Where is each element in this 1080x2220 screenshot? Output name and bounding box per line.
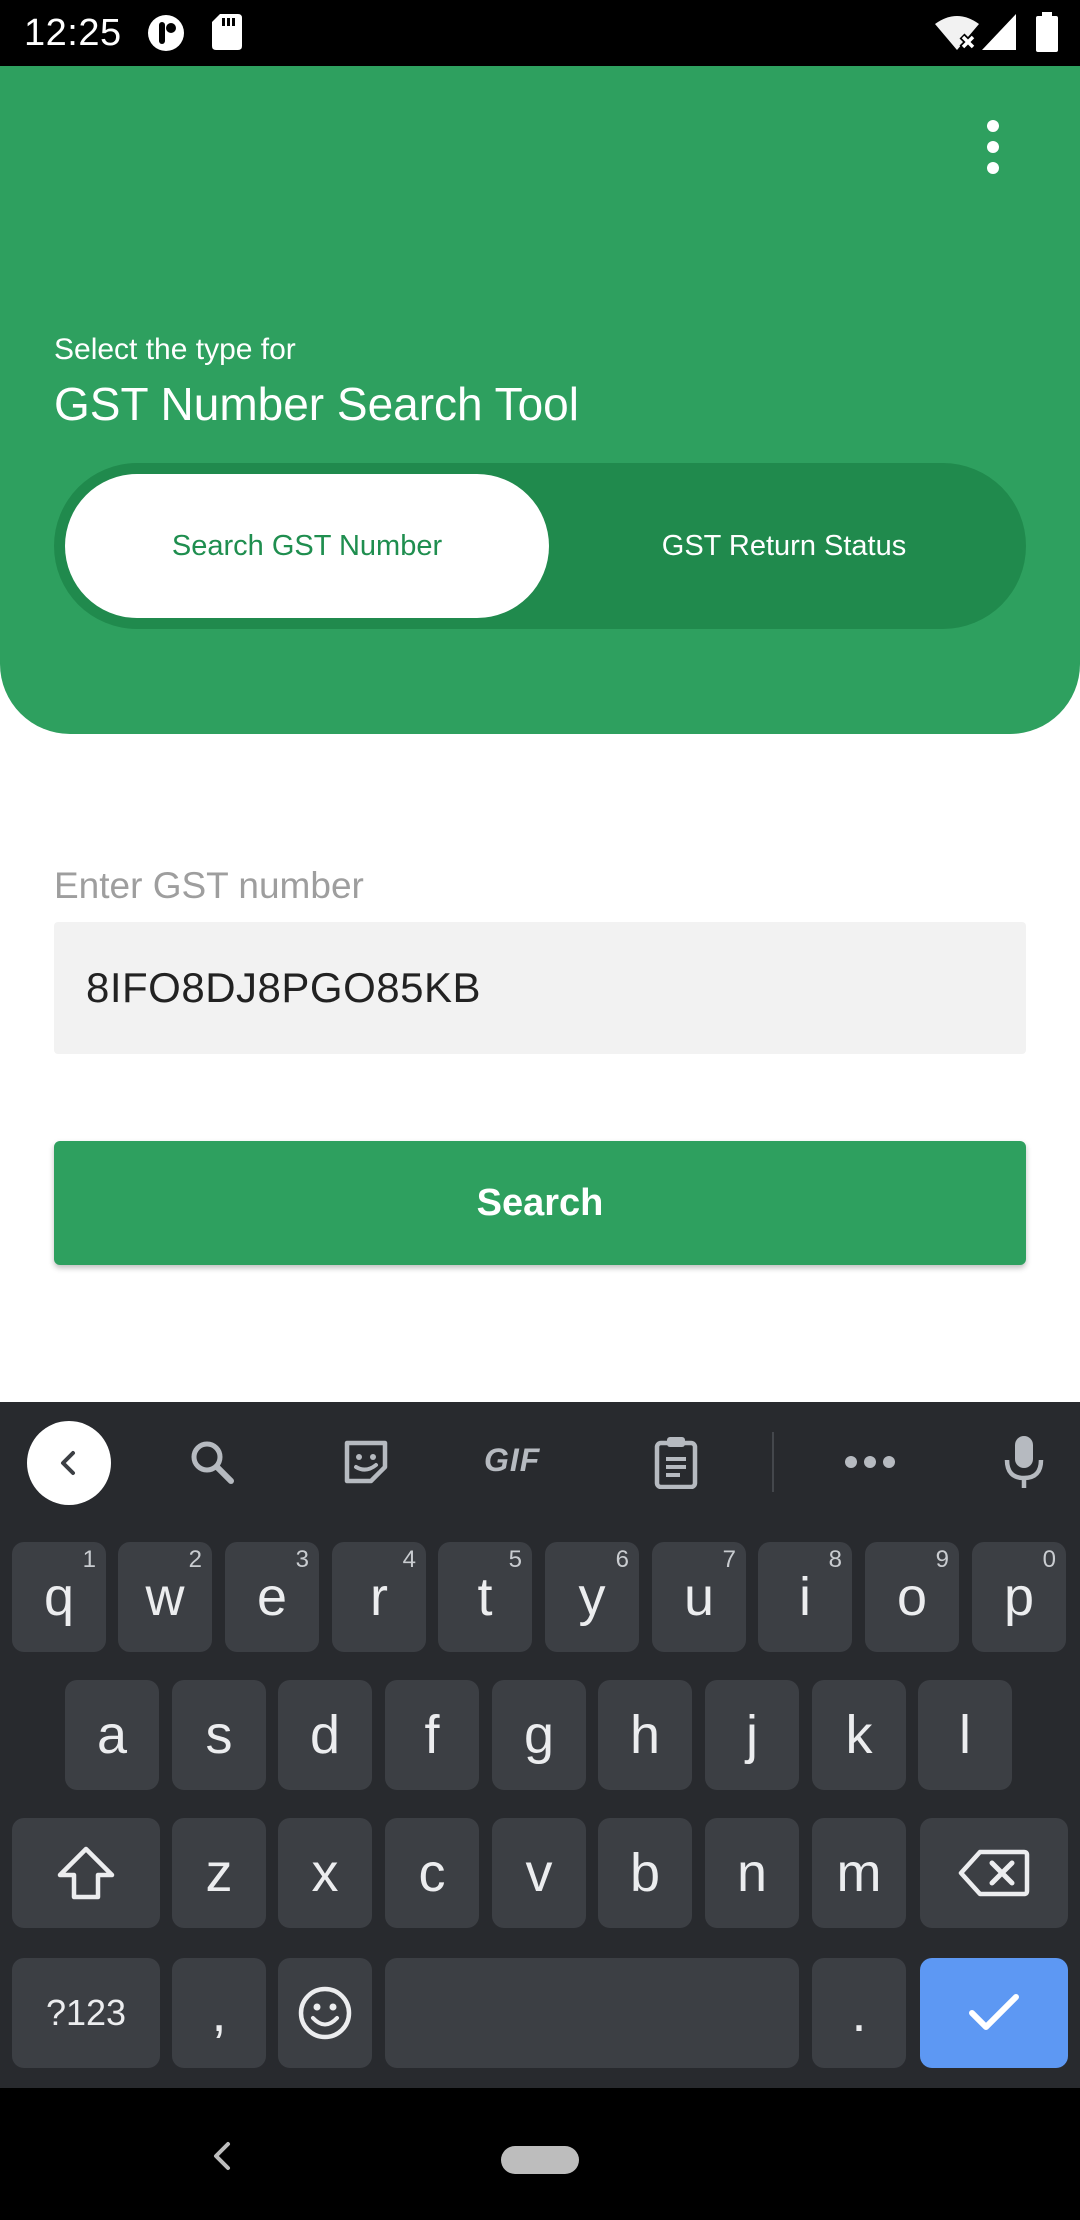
mic-icon[interactable] (994, 1432, 1054, 1492)
tab-gst-return-status[interactable]: GST Return Status (554, 474, 1014, 618)
status-bar: 12:25 (0, 0, 1080, 66)
key-k[interactable]: k (812, 1680, 906, 1790)
tab-search-gst-number[interactable]: Search GST Number (65, 474, 549, 618)
type-toggle: Search GST Number GST Return Status (54, 463, 1026, 629)
wifi-off-icon (934, 14, 980, 57)
sd-card-icon (212, 14, 242, 55)
key-f[interactable]: f (385, 1680, 479, 1790)
key-j[interactable]: j (705, 1680, 799, 1790)
clipboard-icon[interactable] (646, 1432, 706, 1492)
enter-key[interactable] (920, 1958, 1068, 2068)
comma-key[interactable]: , (172, 1958, 266, 2068)
sticker-icon[interactable] (336, 1432, 396, 1492)
key-g[interactable]: g (492, 1680, 586, 1790)
more-vert-icon[interactable] (968, 112, 1018, 182)
period-key[interactable]: . (812, 1958, 906, 2068)
space-key[interactable] (385, 1958, 799, 2068)
symbols-key[interactable]: ?123 (12, 1958, 160, 2068)
key-p[interactable]: p0 (972, 1542, 1066, 1652)
gst-number-field[interactable] (54, 922, 1026, 1054)
backspace-icon (958, 1849, 1030, 1897)
signal-icon (982, 14, 1016, 55)
back-icon[interactable] (206, 2136, 238, 2181)
key-w[interactable]: w2 (118, 1542, 212, 1652)
gst-number-input[interactable] (86, 922, 986, 1054)
search-button[interactable]: Search (54, 1141, 1026, 1265)
toolbar-divider (772, 1432, 774, 1492)
key-e[interactable]: e3 (225, 1542, 319, 1652)
chevron-left-icon[interactable] (27, 1421, 111, 1505)
key-z[interactable]: z (172, 1818, 266, 1928)
key-i[interactable]: i8 (758, 1542, 852, 1652)
battery-icon (1036, 12, 1058, 57)
key-h[interactable]: h (598, 1680, 692, 1790)
page-title: GST Number Search Tool (54, 378, 579, 430)
status-time: 12:25 (24, 12, 122, 54)
key-o[interactable]: o9 (865, 1542, 959, 1652)
header-subtitle: Select the type for (54, 333, 296, 366)
key-q[interactable]: q1 (12, 1542, 106, 1652)
keyboard: GIF q1 w2 e3 r4 t5 y6 u7 i8 o9 p0 a s d … (0, 1402, 1080, 2088)
key-d[interactable]: d (278, 1680, 372, 1790)
key-l[interactable]: l (918, 1680, 1012, 1790)
key-n[interactable]: n (705, 1818, 799, 1928)
shift-icon (57, 1846, 115, 1900)
key-y[interactable]: y6 (545, 1542, 639, 1652)
key-u[interactable]: u7 (652, 1542, 746, 1652)
header: Select the type for GST Number Search To… (0, 66, 1080, 734)
key-t[interactable]: t5 (438, 1542, 532, 1652)
keyboard-toolbar: GIF (0, 1402, 1080, 1522)
key-v[interactable]: v (492, 1818, 586, 1928)
emoji-icon (298, 1986, 352, 2040)
app-notification-icon (146, 14, 186, 57)
check-icon (969, 1994, 1019, 2030)
more-horiz-icon[interactable] (840, 1432, 900, 1492)
navigation-bar (0, 2088, 1080, 2220)
key-b[interactable]: b (598, 1818, 692, 1928)
home-pill-icon[interactable] (501, 2146, 579, 2174)
backspace-key[interactable] (920, 1818, 1068, 1928)
key-s[interactable]: s (172, 1680, 266, 1790)
key-c[interactable]: c (385, 1818, 479, 1928)
gst-number-label: Enter GST number (54, 865, 364, 906)
search-icon[interactable] (182, 1432, 242, 1492)
emoji-key[interactable] (278, 1958, 372, 2068)
key-r[interactable]: r4 (332, 1542, 426, 1652)
key-x[interactable]: x (278, 1818, 372, 1928)
gif-icon[interactable]: GIF (484, 1442, 540, 1479)
key-m[interactable]: m (812, 1818, 906, 1928)
shift-key[interactable] (12, 1818, 160, 1928)
key-a[interactable]: a (65, 1680, 159, 1790)
